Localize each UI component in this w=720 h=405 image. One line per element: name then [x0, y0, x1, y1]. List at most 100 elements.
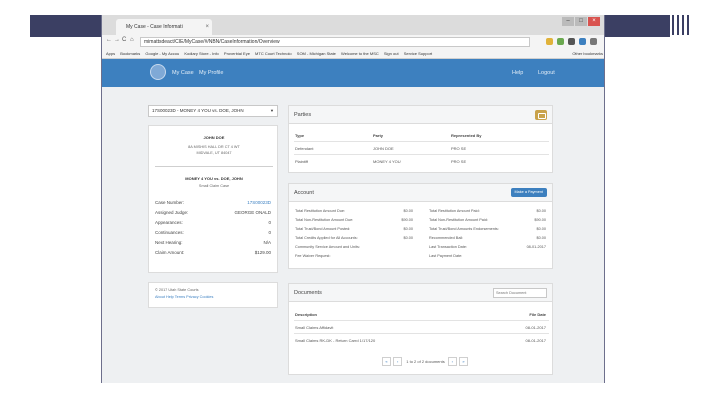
address-bar-input[interactable]: mimattsdeact/CIE/MyCase/#/NBN/CaseInform…	[140, 37, 530, 47]
party-name: MONEY 4 YOU	[373, 159, 401, 164]
pagination: « ‹ 1 to 2 of 2 documents › »	[382, 357, 469, 367]
maximize-button[interactable]: □	[575, 17, 587, 26]
bookmark-item[interactable]: Welcome to the MSC	[341, 49, 379, 58]
extension-icon[interactable]	[568, 38, 575, 45]
extension-icon[interactable]	[557, 38, 564, 45]
documents-title: Documents	[294, 290, 322, 296]
case-type: Small Claim Case	[198, 184, 230, 188]
document-link[interactable]: Small Claims RK-DK - Return Carrd 1/17/1…	[295, 338, 375, 343]
screenshot-frame: My Case - Case Informati × – □ × ← → C ⌂…	[101, 15, 605, 383]
document-search-input[interactable]	[493, 288, 547, 298]
continuances-label: Continuances:	[155, 230, 184, 235]
minimize-button[interactable]: –	[562, 17, 574, 26]
browser-toolbar: ← → C ⌂ mimattsdeact/CIE/MyCase/#/NBN/Ca…	[102, 35, 604, 49]
assigned-judge-label: Assigned Judge:	[155, 210, 189, 215]
profile-icon[interactable]	[579, 38, 586, 45]
claim-amount-label: Claim Amount:	[155, 250, 185, 255]
court-seal-logo	[150, 64, 166, 80]
bookmark-item[interactable]: Proverbial Eye	[224, 49, 250, 58]
account-field-value: $90.00	[534, 218, 546, 222]
last-page-button[interactable]: »	[458, 357, 468, 366]
account-field-value: $0.00	[403, 209, 413, 213]
document-date: 08-01-2017	[525, 325, 546, 330]
other-bookmarks[interactable]: Other bookmarks	[572, 49, 603, 58]
address-line-1: 8A MISHIS HALL DR CT 4 WT	[188, 145, 240, 149]
case-select-value: 17S00023D - MONEY 4 YOU vs. DOE, JOHN	[152, 108, 244, 113]
chevron-down-icon: ▼	[270, 108, 274, 113]
slide-decoration-lines	[668, 15, 690, 37]
make-payment-button[interactable]: Make a Payment	[510, 188, 547, 197]
tab-close-icon[interactable]: ×	[205, 19, 209, 35]
divider	[294, 154, 549, 155]
print-button[interactable]	[535, 110, 547, 120]
first-page-button[interactable]: «	[382, 357, 391, 366]
next-hearing-label: Next Hearing:	[155, 240, 183, 245]
parties-panel: Parties Type Party Represented By Defend…	[288, 105, 553, 173]
browser-tab[interactable]: My Case - Case Informati ×	[116, 19, 212, 35]
home-icon[interactable]: ⌂	[130, 37, 134, 43]
account-field-value: $0.00	[536, 227, 546, 231]
bookmark-item[interactable]: Google - My Accou	[145, 49, 179, 58]
account-field-label: Last Transaction Date:	[429, 245, 467, 249]
forward-icon[interactable]: →	[114, 37, 120, 43]
account-field-value: $0.00	[536, 209, 546, 213]
case-select[interactable]: 17S00023D - MONEY 4 YOU vs. DOE, JOHN ▼	[148, 105, 278, 117]
tab-title: My Case - Case Informati	[126, 24, 183, 30]
documents-header: Documents	[289, 284, 552, 302]
account-field-value: $0.00	[403, 227, 413, 231]
nav-my-profile[interactable]: My Profile	[199, 59, 223, 87]
parties-title: Parties	[294, 112, 312, 118]
divider	[294, 333, 549, 334]
account-field-label: Last Payment Date:	[429, 254, 463, 258]
document-date: 08-01-2017	[525, 338, 546, 343]
nav-logout[interactable]: Logout	[538, 59, 555, 87]
case-number-link[interactable]: 17S00023D	[247, 200, 271, 205]
account-field-label: Total Non-Restitution Amount Due:	[295, 218, 354, 222]
divider	[294, 320, 549, 321]
party-name: JOHN DOE	[203, 135, 225, 140]
next-page-button[interactable]: ›	[447, 357, 457, 366]
menu-icon[interactable]	[590, 38, 597, 45]
documents-panel: Documents Description File Date Small Cl…	[288, 283, 553, 375]
prev-page-button[interactable]: ‹	[393, 357, 403, 366]
col-header-represented[interactable]: Represented By	[451, 133, 481, 138]
bookmark-item[interactable]: Sign out	[384, 49, 399, 58]
star-icon[interactable]	[546, 38, 553, 45]
account-field-value: 08-01-2017	[526, 245, 546, 249]
next-hearing-value: N/A	[263, 240, 271, 245]
account-title: Account	[294, 190, 314, 196]
bookmark-item[interactable]: Bookmarks	[120, 49, 140, 58]
back-icon[interactable]: ←	[106, 37, 112, 43]
party-representation: PRO SE	[451, 146, 467, 151]
nav-help[interactable]: Help	[512, 59, 523, 87]
footer-links[interactable]: About Help Terms Privacy Cookies	[155, 295, 213, 299]
browser-tabstrip: My Case - Case Informati × – □ ×	[102, 15, 604, 35]
bookmark-item[interactable]: Service Support	[404, 49, 432, 58]
case-summary-card: JOHN DOE 8A MISHIS HALL DR CT 4 WT MIDVA…	[148, 125, 278, 273]
reload-icon[interactable]: C	[122, 37, 126, 43]
col-header-party[interactable]: Party	[373, 133, 383, 138]
account-field-value: $0.00	[403, 236, 413, 240]
bookmark-item[interactable]: Apps	[106, 49, 115, 58]
account-field-label: Fee Waiver Request:	[295, 254, 331, 258]
account-field-label: Recommended Bail:	[429, 236, 464, 240]
main-content: 17S00023D - MONEY 4 YOU vs. DOE, JOHN ▼ …	[102, 87, 604, 383]
document-link[interactable]: Small Claims Affidavit	[295, 325, 333, 330]
pagination-text: 1 to 2 of 2 documents	[406, 359, 445, 364]
account-field-label: Total Credits Applied for All Accounts:	[295, 236, 358, 240]
col-header-description[interactable]: Description	[295, 312, 317, 317]
address-line-2: MIDVALE, UT 84047	[196, 151, 232, 155]
continuances-value: 0	[268, 230, 271, 235]
close-window-button[interactable]: ×	[588, 17, 600, 26]
bookmark-item[interactable]: MTC Court Technolo	[255, 49, 292, 58]
account-field-label: Total Trust/Bond Amounts Endorsements:	[429, 227, 499, 231]
col-header-type[interactable]: Type	[295, 133, 304, 138]
bookmark-item[interactable]: Kodiary Store - Info	[184, 49, 218, 58]
divider	[155, 166, 273, 167]
col-header-file-date[interactable]: File Date	[529, 312, 546, 317]
party-type: Plaintiff	[295, 159, 309, 164]
nav-my-case[interactable]: My Case	[172, 59, 194, 87]
account-field-label: Total Trust/Bond Amount Posted:	[295, 227, 351, 231]
appearances-value: 0	[268, 220, 271, 225]
bookmark-item[interactable]: SOM - Michigan State	[297, 49, 336, 58]
